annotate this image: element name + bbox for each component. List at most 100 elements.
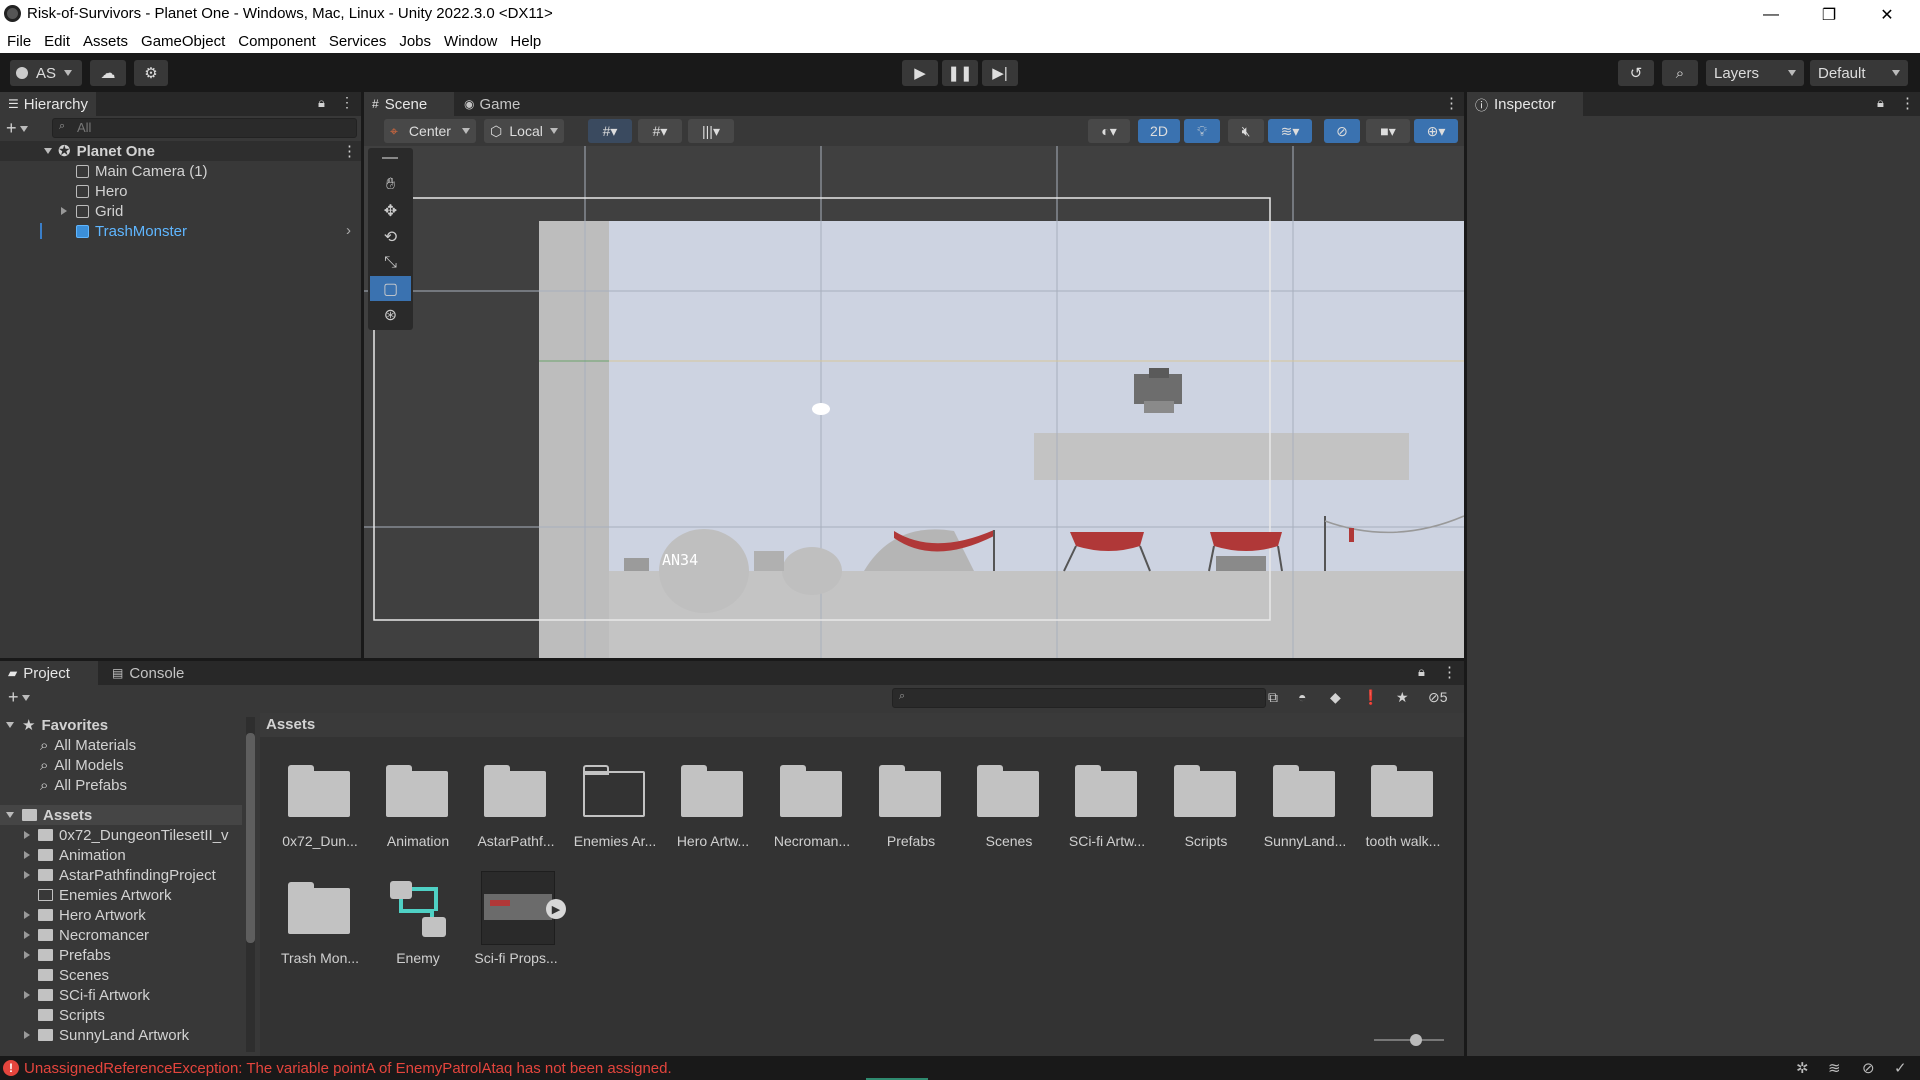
- auto-generate-icon[interactable]: ⊘: [1862, 1059, 1875, 1077]
- assets-root[interactable]: Assets: [0, 805, 242, 825]
- tree-scrollbar-thumb[interactable]: [246, 733, 255, 943]
- menu-edit[interactable]: Edit: [44, 33, 70, 50]
- tab-hierarchy[interactable]: ☰ Hierarchy: [0, 92, 96, 116]
- zoom-slider-thumb[interactable]: [1410, 1034, 1422, 1046]
- expand-icon[interactable]: [24, 951, 30, 959]
- expand-icon[interactable]: [24, 851, 30, 859]
- grid-snap-button[interactable]: #▾: [588, 119, 632, 143]
- menu-services[interactable]: Services: [329, 33, 387, 50]
- tree-folder[interactable]: Scripts: [0, 1005, 242, 1025]
- ruler-button[interactable]: |||▾: [688, 119, 734, 143]
- expand-icon[interactable]: [44, 148, 52, 154]
- tab-console[interactable]: ▤ Console: [104, 661, 192, 685]
- asset-sprite-sheet[interactable]: ▶: [481, 871, 566, 945]
- visibility-toggle[interactable]: ⊘: [1324, 119, 1360, 143]
- tree-folder[interactable]: Necromancer: [0, 925, 242, 945]
- menu-component[interactable]: Component: [238, 33, 316, 50]
- restore-button[interactable]: ❐: [1800, 0, 1858, 29]
- play-button[interactable]: ▶: [902, 60, 938, 86]
- more-icon[interactable]: ⋮: [1442, 663, 1457, 681]
- lock-icon[interactable]: 🔒︎: [1418, 664, 1425, 680]
- star-icon[interactable]: ★: [1396, 689, 1409, 706]
- tab-inspector[interactable]: ⓘ Inspector: [1467, 92, 1583, 116]
- more-icon[interactable]: ⋮: [342, 142, 357, 160]
- chevron-right-icon[interactable]: ›: [346, 222, 351, 239]
- error-filter-icon[interactable]: ❗: [1362, 689, 1379, 706]
- step-button[interactable]: ▶|: [982, 60, 1018, 86]
- menu-window[interactable]: Window: [444, 33, 497, 50]
- debug-icon[interactable]: ✲: [1796, 1059, 1809, 1077]
- more-icon[interactable]: ⋮: [1900, 94, 1915, 112]
- toggle-2d-button[interactable]: 2D: [1138, 119, 1180, 143]
- expand-sprite-button[interactable]: ▶: [546, 899, 566, 919]
- gizmos-dropdown[interactable]: ⊕▾: [1414, 119, 1458, 143]
- tree-folder[interactable]: SCi-fi Artwork: [0, 985, 242, 1005]
- check-icon[interactable]: ✓: [1894, 1059, 1907, 1077]
- favorite-item[interactable]: ⌕ All Materials: [0, 735, 242, 755]
- menu-assets[interactable]: Assets: [83, 33, 128, 50]
- hand-tool[interactable]: ✋︎: [370, 172, 411, 197]
- asset-animator-controller[interactable]: [386, 877, 450, 941]
- expand-icon[interactable]: [24, 1031, 30, 1039]
- audio-toggle[interactable]: 🔇︎: [1228, 119, 1264, 143]
- transform-tool[interactable]: ⊛: [370, 302, 411, 327]
- scene-viewport[interactable]: AN34: [364, 146, 1464, 658]
- close-button[interactable]: ✕: [1858, 0, 1916, 29]
- favorites-header[interactable]: ★ Favorites: [0, 715, 242, 735]
- rotate-tool[interactable]: ⟲: [370, 224, 411, 249]
- breadcrumb-assets[interactable]: Assets: [266, 716, 315, 733]
- tree-folder[interactable]: SunnyLand Artwork: [0, 1025, 242, 1045]
- expand-icon[interactable]: [24, 871, 30, 879]
- snap-increment-button[interactable]: #▾: [638, 119, 682, 143]
- console-error-message[interactable]: UnassignedReferenceException: The variab…: [24, 1060, 672, 1077]
- account-dropdown[interactable]: AS: [10, 60, 82, 86]
- tab-project[interactable]: ▰ Project: [0, 661, 98, 685]
- more-icon[interactable]: ⋮: [1444, 94, 1459, 112]
- menu-gameobject[interactable]: GameObject: [141, 33, 225, 50]
- hierarchy-item-hero[interactable]: Hero: [0, 181, 361, 201]
- menu-file[interactable]: File: [7, 33, 31, 50]
- more-icon[interactable]: ⋮: [340, 94, 354, 111]
- pivot-dropdown[interactable]: ⌖ Center: [384, 119, 476, 143]
- layout-dropdown[interactable]: Default: [1810, 60, 1908, 86]
- project-search-input[interactable]: ⌕: [892, 688, 1266, 708]
- minimize-button[interactable]: —: [1742, 0, 1800, 29]
- lock-icon[interactable]: 🔒︎: [318, 95, 325, 111]
- history-button[interactable]: ↺: [1618, 60, 1654, 86]
- create-button[interactable]: +: [8, 688, 30, 706]
- effects-dropdown[interactable]: ≋▾: [1268, 119, 1312, 143]
- tree-folder[interactable]: 0x72_DungeonTilesetII_v: [0, 825, 242, 845]
- tree-scrollbar[interactable]: [246, 717, 255, 1052]
- scale-tool[interactable]: ⤡: [370, 250, 411, 275]
- hierarchy-item-grid[interactable]: Grid: [0, 201, 361, 221]
- favorite-item[interactable]: ⌕ All Models: [0, 755, 242, 775]
- tree-folder[interactable]: Scenes: [0, 965, 242, 985]
- tool-palette-handle[interactable]: [382, 157, 398, 159]
- search-button[interactable]: ⌕: [1662, 60, 1698, 86]
- add-button[interactable]: +: [6, 119, 28, 137]
- pause-button[interactable]: ❚❚: [942, 60, 978, 86]
- expand-icon[interactable]: [6, 722, 14, 728]
- hierarchy-search-input[interactable]: ⌕ All: [52, 118, 357, 138]
- cloud-button[interactable]: ☁: [90, 60, 126, 86]
- expand-icon[interactable]: [24, 931, 30, 939]
- layers-icon[interactable]: ≋: [1828, 1059, 1841, 1077]
- collab-button[interactable]: ⚙: [134, 60, 168, 86]
- space-dropdown[interactable]: ⬡ Local: [484, 119, 564, 143]
- hierarchy-scene-row[interactable]: ✪ Planet One ⋮: [0, 141, 361, 161]
- tree-folder[interactable]: Prefabs: [0, 945, 242, 965]
- expand-icon[interactable]: [6, 812, 14, 818]
- menu-help[interactable]: Help: [510, 33, 541, 50]
- tree-folder[interactable]: Hero Artwork: [0, 905, 242, 925]
- search-scope-icon[interactable]: ⧉: [1268, 689, 1278, 706]
- expand-icon[interactable]: [61, 207, 67, 215]
- camera-dropdown[interactable]: ■▾: [1366, 119, 1410, 143]
- tree-folder[interactable]: Enemies Artwork: [0, 885, 242, 905]
- tab-scene[interactable]: # Scene: [364, 92, 454, 116]
- expand-icon[interactable]: [24, 991, 30, 999]
- shading-mode-dropdown[interactable]: ◐▾: [1088, 119, 1130, 143]
- zoom-slider[interactable]: [1374, 1034, 1444, 1046]
- expand-icon[interactable]: [24, 831, 30, 839]
- tree-folder[interactable]: AstarPathfindingProject: [0, 865, 242, 885]
- hidden-packages-button[interactable]: ⊘5: [1428, 689, 1448, 706]
